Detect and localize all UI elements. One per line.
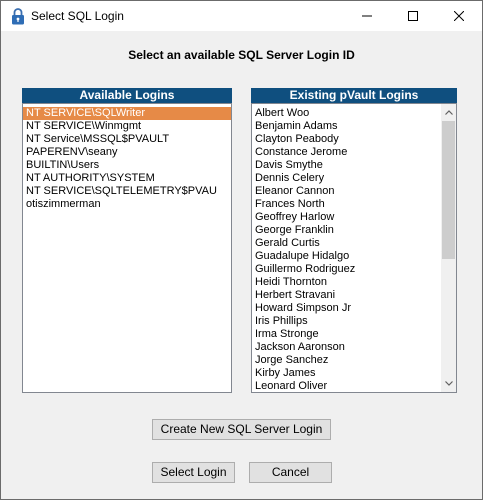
list-item[interactable]: Davis Smythe bbox=[252, 159, 456, 172]
list-item[interactable]: Leonard Oliver bbox=[252, 380, 456, 392]
list-item[interactable]: BUILTIN\Users bbox=[23, 159, 231, 172]
list-item[interactable]: George Franklin bbox=[252, 224, 456, 237]
available-logins-list[interactable]: NT SERVICE\SQLWriter NT SERVICE\Winmgmt NT… bbox=[22, 103, 232, 393]
scroll-down-button[interactable] bbox=[441, 376, 456, 391]
create-login-button[interactable]: Create New SQL Server Login bbox=[152, 419, 331, 440]
list-item[interactable]: Irma Stronge bbox=[252, 328, 456, 341]
list-item[interactable]: PAPERENV\seany bbox=[23, 146, 231, 159]
list-item[interactable]: Iris Phillips bbox=[252, 315, 456, 328]
list-item[interactable]: NT SERVICE\SQLWriter bbox=[23, 107, 231, 120]
list-item[interactable]: Jackson Aaronson bbox=[252, 341, 456, 354]
dialog-heading: Select an available SQL Server Login ID bbox=[128, 48, 355, 62]
maximize-button[interactable] bbox=[390, 1, 436, 31]
list-item[interactable]: Constance Jerome bbox=[252, 146, 456, 159]
list-item[interactable]: Eleanor Cannon bbox=[252, 185, 456, 198]
chevron-down-icon bbox=[444, 381, 453, 386]
close-icon bbox=[454, 11, 464, 21]
existing-logins-header: Existing pVault Logins bbox=[251, 88, 457, 103]
existing-logins-items: Albert Woo Benjamin Adams Clayton Peabody C… bbox=[252, 104, 456, 392]
scroll-thumb[interactable] bbox=[442, 121, 455, 259]
select-sql-login-dialog: Select SQL Login Select an available SQL… bbox=[0, 0, 483, 500]
list-item[interactable]: Heidi Thornton bbox=[252, 276, 456, 289]
close-button[interactable] bbox=[436, 1, 482, 31]
list-item[interactable]: Benjamin Adams bbox=[252, 120, 456, 133]
list-item[interactable]: otiszimmerman bbox=[23, 198, 231, 211]
available-logins-items: NT SERVICE\SQLWriter NT SERVICE\Winmgmt NT… bbox=[23, 104, 231, 211]
list-item[interactable]: Gerald Curtis bbox=[252, 237, 456, 250]
list-item[interactable]: Guadalupe Hidalgo bbox=[252, 250, 456, 263]
list-item[interactable]: NT SERVICE\Winmgmt bbox=[23, 120, 231, 133]
minimize-icon bbox=[362, 15, 372, 17]
title-bar[interactable]: Select SQL Login bbox=[1, 1, 482, 31]
existing-logins-list[interactable]: Albert Woo Benjamin Adams Clayton Peabody C… bbox=[251, 103, 457, 393]
list-item[interactable]: Guillermo Rodriguez bbox=[252, 263, 456, 276]
list-item[interactable]: Geoffrey Harlow bbox=[252, 211, 456, 224]
cancel-button[interactable]: Cancel bbox=[249, 462, 332, 483]
lock-icon bbox=[12, 8, 24, 25]
select-login-button[interactable]: Select Login bbox=[152, 462, 235, 483]
maximize-icon bbox=[408, 11, 418, 21]
list-item[interactable]: Kirby James bbox=[252, 367, 456, 380]
list-item[interactable]: Clayton Peabody bbox=[252, 133, 456, 146]
chevron-up-icon bbox=[444, 110, 453, 115]
existing-logins-scrollbar[interactable] bbox=[441, 104, 456, 392]
list-item[interactable]: Howard Simpson Jr bbox=[252, 302, 456, 315]
available-logins-header: Available Logins bbox=[22, 88, 232, 103]
scroll-up-button[interactable] bbox=[441, 105, 456, 120]
list-item[interactable]: Dennis Celery bbox=[252, 172, 456, 185]
list-item[interactable]: Albert Woo bbox=[252, 107, 456, 120]
window-title: Select SQL Login bbox=[31, 9, 124, 23]
list-item[interactable]: Herbert Stravani bbox=[252, 289, 456, 302]
list-item[interactable]: NT Service\MSSQL$PVAULT bbox=[23, 133, 231, 146]
minimize-button[interactable] bbox=[344, 1, 390, 31]
list-item[interactable]: NT SERVICE\SQLTELEMETRY$PVAU bbox=[23, 185, 231, 198]
list-item[interactable]: Frances North bbox=[252, 198, 456, 211]
list-item[interactable]: NT AUTHORITY\SYSTEM bbox=[23, 172, 231, 185]
list-item[interactable]: Jorge Sanchez bbox=[252, 354, 456, 367]
